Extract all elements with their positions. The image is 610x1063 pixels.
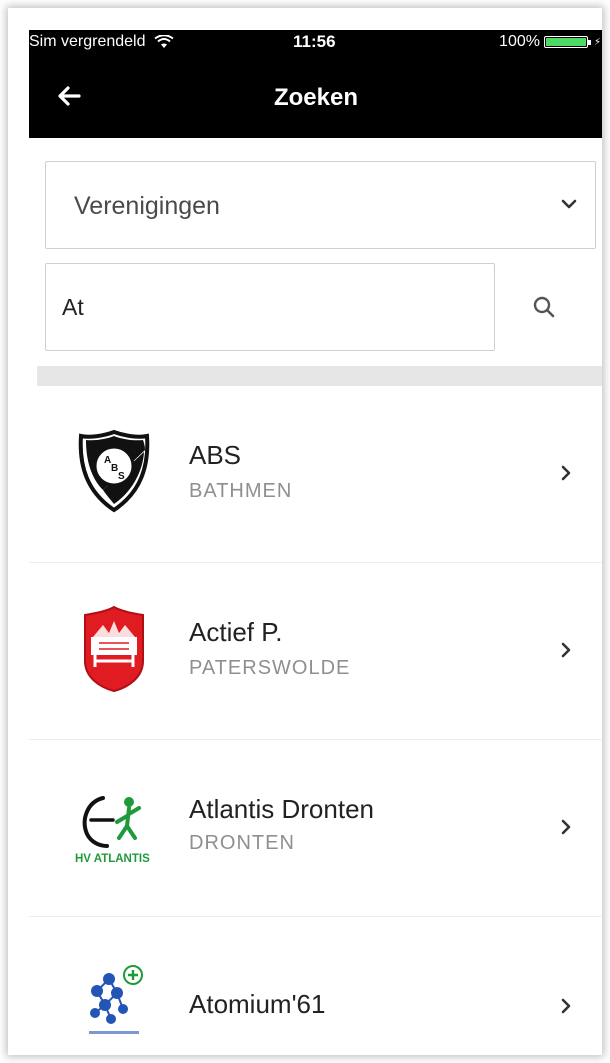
status-time: 11:56	[293, 32, 336, 51]
category-select[interactable]: Verenigingen	[45, 161, 596, 249]
search-input[interactable]	[45, 263, 495, 351]
list-item-atomium[interactable]: Atomium'61	[29, 917, 602, 1055]
club-name: Atomium'61	[189, 989, 326, 1019]
club-city: PATERSWOLDE	[189, 657, 351, 679]
abs-shield-logo: A B S	[78, 429, 150, 513]
club-name: Atlantis Dronten	[189, 794, 374, 824]
chevron-right-icon	[561, 642, 571, 658]
carrier-text: Sim vergrendeld	[29, 33, 146, 50]
hv-atlantis-logo: HV ATLANTIS	[75, 796, 150, 865]
atomium-logo	[89, 965, 143, 1034]
list-item-atlantis[interactable]: HV ATLANTIS Atlantis Dronten DRONTEN	[29, 740, 602, 917]
battery-percent: 100%	[499, 33, 540, 50]
results-list: A B S ABS BATHMEN Actief P. PATERSWOLDE …	[29, 386, 602, 1055]
club-name: Actief P.	[189, 617, 283, 647]
chevron-right-icon	[561, 819, 571, 835]
club-city: DRONTEN	[189, 832, 295, 854]
carrier-group: Sim vergrendeld	[29, 33, 174, 51]
search-icon[interactable]	[529, 292, 559, 322]
page-title: Zoeken	[273, 84, 359, 111]
atlantis-logo-text: HV ATLANTIS	[75, 853, 150, 865]
battery-icon	[543, 36, 591, 48]
category-select-value: Verenigingen	[74, 192, 220, 220]
charging-icon: ⚡	[593, 36, 601, 48]
actief-red-shield-logo	[84, 605, 144, 693]
nav-bar: Zoeken	[29, 74, 602, 124]
phone-screen: Sim vergrendeld 11:56 100% ⚡ Zoeken Vere…	[29, 30, 602, 1055]
screenshot-frame: Sim vergrendeld 11:56 100% ⚡ Zoeken Vere…	[8, 8, 602, 1055]
wifi-icon	[153, 35, 174, 48]
status-bar: Sim vergrendeld 11:56 100% ⚡	[29, 30, 602, 56]
top-bar: Sim vergrendeld 11:56 100% ⚡ Zoeken	[29, 30, 602, 138]
list-item-abs[interactable]: A B S ABS BATHMEN	[29, 386, 602, 563]
list-item-actief[interactable]: Actief P. PATERSWOLDE	[29, 563, 602, 740]
chevron-down-icon	[561, 199, 577, 209]
section-divider	[37, 366, 602, 386]
club-name: ABS	[189, 440, 242, 470]
chevron-right-icon	[561, 465, 571, 481]
club-city: BATHMEN	[189, 480, 293, 502]
battery-group: 100% ⚡	[499, 33, 601, 51]
chevron-right-icon	[561, 998, 571, 1014]
svg-text:S: S	[118, 471, 125, 482]
battery-fill	[545, 38, 586, 46]
